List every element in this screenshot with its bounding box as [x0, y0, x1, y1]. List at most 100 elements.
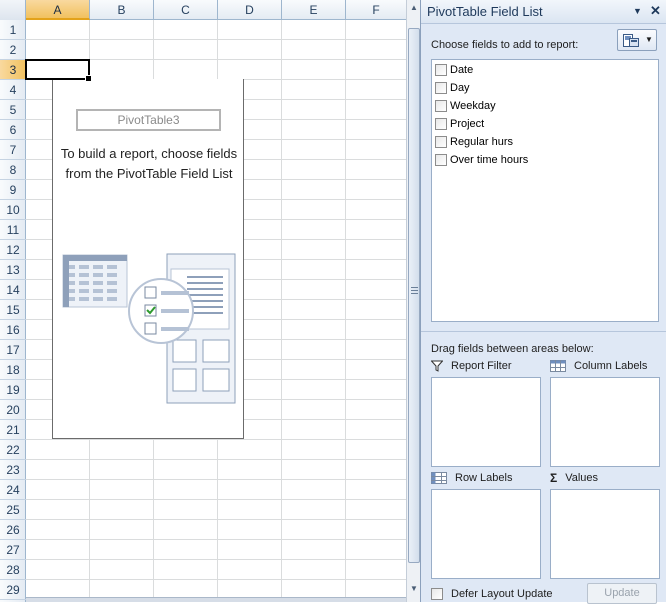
update-button[interactable]: Update	[587, 583, 657, 604]
field-list-layout-button[interactable]: ▼	[617, 29, 657, 51]
checkbox-magnifier-icon	[128, 278, 194, 344]
column-header-bar: A B C D E F	[0, 0, 406, 20]
row-header-12[interactable]: 12	[0, 240, 26, 260]
row-header-25[interactable]: 25	[0, 500, 26, 520]
row-labels-label: Row Labels	[455, 472, 513, 484]
report-filter-label: Report Filter	[451, 360, 512, 372]
sigma-icon: Σ	[550, 471, 558, 485]
pane-title-bar[interactable]: PivotTable Field List ▼ ✕	[421, 0, 666, 24]
vertical-scrollbar[interactable]: ▲ ▼	[406, 0, 420, 602]
field-checkbox[interactable]	[435, 81, 447, 94]
row-header-7[interactable]: 7	[0, 140, 26, 160]
column-labels-header: Column Labels	[550, 358, 647, 374]
scrollbar-grip-icon	[411, 287, 418, 296]
row-header-3[interactable]: 3	[0, 60, 26, 80]
defer-layout-update[interactable]: Defer Layout Update	[431, 586, 553, 602]
cell-grid[interactable]: PivotTable3 To build a report, choose fi…	[26, 20, 406, 602]
column-header-d[interactable]: D	[218, 0, 282, 20]
scroll-up-arrow-icon[interactable]: ▲	[408, 1, 420, 15]
field-label: Over time hours	[450, 153, 529, 166]
filter-funnel-icon	[431, 360, 443, 372]
field-item-over-time-hours[interactable]: Over time hours	[435, 151, 528, 168]
values-area[interactable]	[550, 489, 660, 579]
pivottable-field-list-pane: PivotTable Field List ▼ ✕ Choose fields …	[420, 0, 666, 604]
column-header-f[interactable]: F	[346, 0, 406, 20]
field-list-box[interactable]: Date Day Weekday Project Regular hurs Ov…	[431, 59, 659, 322]
pane-title: PivotTable Field List	[427, 4, 543, 19]
row-header-20[interactable]: 20	[0, 400, 26, 420]
row-header-26[interactable]: 26	[0, 520, 26, 540]
column-labels-label: Column Labels	[574, 360, 648, 372]
row-header-2[interactable]: 2	[0, 40, 26, 60]
scroll-down-arrow-icon[interactable]: ▼	[408, 582, 420, 596]
row-header-6[interactable]: 6	[0, 120, 26, 140]
row-header-24[interactable]: 24	[0, 480, 26, 500]
row-header-10[interactable]: 10	[0, 200, 26, 220]
row-header-1[interactable]: 1	[0, 20, 26, 40]
active-cell-a3[interactable]	[25, 59, 92, 82]
scrollbar-thumb[interactable]	[408, 28, 420, 563]
row-header-13[interactable]: 13	[0, 260, 26, 280]
row-header-8[interactable]: 8	[0, 160, 26, 180]
field-item-date[interactable]: Date	[435, 61, 473, 78]
pivot-report-illustration	[61, 249, 241, 414]
defer-layout-label: Defer Layout Update	[451, 588, 553, 600]
field-item-regular-hurs[interactable]: Regular hurs	[435, 133, 513, 150]
spreadsheet: A B C D E F 1 2 3 4 5 6 7 8 9 10 11 12 13 14 15 16 17 18 1…	[0, 0, 406, 602]
row-header-19[interactable]: 19	[0, 380, 26, 400]
drag-fields-label: Drag fields between areas below:	[431, 343, 594, 355]
row-header-15[interactable]: 15	[0, 300, 26, 320]
field-checkbox[interactable]	[435, 99, 447, 112]
row-labels-area[interactable]	[431, 489, 541, 579]
row-header-23[interactable]: 23	[0, 460, 26, 480]
select-all-corner[interactable]	[0, 0, 26, 20]
row-header-27[interactable]: 27	[0, 540, 26, 560]
column-header-b[interactable]: B	[90, 0, 154, 20]
row-header-11[interactable]: 11	[0, 220, 26, 240]
row-header-14[interactable]: 14	[0, 280, 26, 300]
pane-menu-dropdown-icon[interactable]: ▼	[633, 6, 642, 16]
field-item-project[interactable]: Project	[435, 115, 484, 132]
table-grid-icon	[62, 254, 128, 308]
field-checkbox[interactable]	[435, 153, 447, 166]
sheet-tab-bar[interactable]	[26, 597, 406, 602]
column-labels-grid-icon	[550, 360, 566, 372]
row-header-17[interactable]: 17	[0, 340, 26, 360]
column-header-e[interactable]: E	[282, 0, 346, 20]
field-label: Regular hurs	[450, 135, 513, 148]
column-labels-area[interactable]	[550, 377, 660, 467]
values-label: Values	[565, 472, 599, 484]
column-header-a[interactable]: A	[26, 0, 90, 20]
field-checkbox[interactable]	[435, 117, 447, 130]
field-checkbox[interactable]	[435, 63, 447, 76]
row-header-16[interactable]: 16	[0, 320, 26, 340]
row-header-4[interactable]: 4	[0, 80, 26, 100]
field-label: Date	[450, 63, 474, 76]
row-labels-grid-icon	[431, 472, 447, 484]
layout-sections-icon	[623, 34, 639, 47]
layout-dropdown-arrow-icon: ▼	[645, 35, 653, 44]
close-icon[interactable]: ✕	[650, 3, 661, 19]
field-item-day[interactable]: Day	[435, 79, 470, 96]
pane-splitter[interactable]	[421, 331, 666, 334]
column-header-c[interactable]: C	[154, 0, 218, 20]
row-header-5[interactable]: 5	[0, 100, 26, 120]
field-item-weekday[interactable]: Weekday	[435, 97, 496, 114]
row-header-29[interactable]: 29	[0, 580, 26, 600]
pivot-table-placeholder[interactable]: PivotTable3 To build a report, choose fi…	[52, 79, 244, 439]
choose-fields-label: Choose fields to add to report:	[431, 39, 579, 51]
field-checkbox[interactable]	[435, 135, 447, 148]
row-labels-header: Row Labels	[431, 470, 512, 486]
values-header: Σ Values	[550, 470, 598, 486]
row-header-28[interactable]: 28	[0, 560, 26, 580]
row-header-bar: 1 2 3 4 5 6 7 8 9 10 11 12 13 14 15 16 17 18 19 20 21 22 23 24 2…	[0, 20, 26, 602]
report-filter-header: Report Filter	[431, 358, 512, 374]
row-header-21[interactable]: 21	[0, 420, 26, 440]
report-filter-area[interactable]	[431, 377, 541, 467]
defer-layout-checkbox[interactable]	[431, 588, 443, 600]
row-header-22[interactable]: 22	[0, 440, 26, 460]
pivot-table-hint: To build a report, choose fields from th…	[60, 146, 238, 181]
row-header-9[interactable]: 9	[0, 180, 26, 200]
field-label: Weekday	[450, 99, 496, 112]
row-header-18[interactable]: 18	[0, 360, 26, 380]
